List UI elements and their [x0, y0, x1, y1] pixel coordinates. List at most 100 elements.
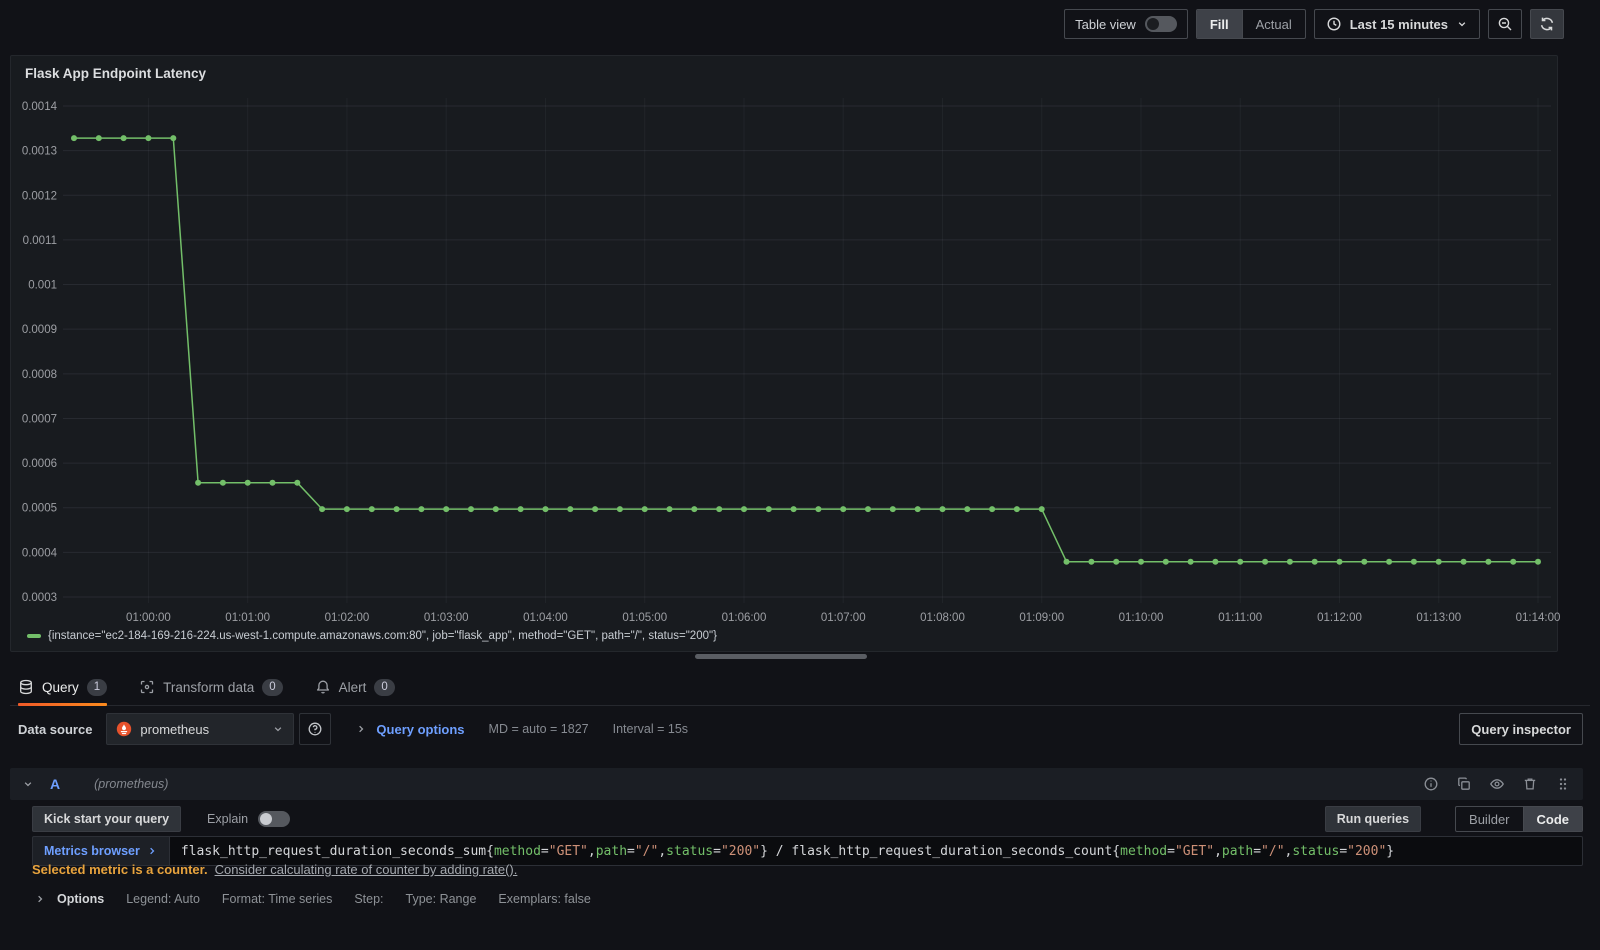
query-options-collapse[interactable]: Query options — [355, 721, 465, 737]
zoom-out-button[interactable] — [1488, 9, 1522, 39]
datasource-help-button[interactable] — [299, 713, 332, 745]
x-axis-tick: 01:06:00 — [722, 612, 767, 624]
x-axis-tick: 01:04:00 — [523, 612, 568, 624]
max-datapoints-text: MD = auto = 1827 — [488, 722, 589, 736]
query-datasource-hint: (prometheus) — [94, 777, 169, 791]
y-axis-tick: 0.0003 — [22, 592, 57, 604]
run-queries-button[interactable]: Run queries — [1324, 806, 1422, 832]
kick-start-query-button[interactable]: Kick start your query — [32, 806, 182, 832]
fill-actual-segment: Fill Actual — [1195, 9, 1306, 39]
chevron-right-icon — [34, 893, 46, 905]
tab-count-badge: 1 — [86, 678, 108, 696]
database-icon — [18, 679, 34, 695]
warning-text: Selected metric is a counter. — [32, 862, 208, 877]
code-button[interactable]: Code — [1522, 807, 1582, 831]
copy-button[interactable] — [1456, 776, 1472, 792]
x-axis-tick: 01:10:00 — [1119, 612, 1164, 624]
transform-icon — [139, 679, 155, 695]
x-axis-tick: 01:07:00 — [821, 612, 866, 624]
datasource-picker[interactable]: prometheus — [106, 713, 295, 745]
tab-label: Alert — [338, 679, 367, 695]
top-toolbar: Table view Fill Actual Last 15 minutes — [1064, 8, 1564, 40]
tab-count-badge: 0 — [374, 678, 395, 696]
editor-tabs: Query 1 Transform data 0 Alert 0 — [10, 669, 1590, 706]
query-warning: Selected metric is a counter. Consider c… — [32, 862, 517, 877]
explain-label: Explain — [207, 812, 249, 826]
series-points — [71, 135, 1541, 565]
options-summary-item: Legend: Auto — [126, 892, 200, 906]
explain-toggle[interactable] — [258, 811, 291, 827]
x-axis-tick: 01:05:00 — [622, 612, 667, 624]
x-axis-tick: 01:02:00 — [325, 612, 370, 624]
scrollbar-thumb[interactable] — [695, 654, 867, 659]
eye-icon — [1489, 776, 1505, 792]
y-axis-tick: 0.0013 — [22, 146, 57, 158]
query-options-summary: Options Legend: Auto Format: Time series S… — [34, 888, 591, 910]
refresh-button[interactable] — [1530, 9, 1564, 39]
eye-button[interactable] — [1489, 776, 1505, 792]
x-axis-tick: 01:09:00 — [1019, 612, 1064, 624]
builder-code-segment: Builder Code — [1455, 806, 1583, 832]
legend-label: {instance="ec2-184-169-216-224.us-west-1… — [48, 630, 717, 642]
options-summary-item: Exemplars: false — [498, 892, 591, 906]
chevron-down-icon — [1456, 18, 1468, 30]
x-axis-tick: 01:14:00 — [1516, 612, 1561, 624]
bell-icon — [315, 679, 331, 695]
chart-grid: 0.0014 0.0013 0.0012 0.0011 0.001 0.0009 0.000… — [22, 98, 1561, 624]
y-axis-tick: 0.0007 — [22, 413, 57, 425]
info-circle-button[interactable] — [1423, 776, 1439, 792]
datasource-label: Data source — [18, 721, 93, 737]
series-line — [74, 137, 1538, 563]
query-row-header: A (prometheus) — [10, 768, 1583, 800]
search-minus-icon — [1497, 16, 1513, 32]
warning-hint-link[interactable]: Consider calculating rate of counter by … — [215, 862, 518, 877]
trash-button[interactable] — [1522, 776, 1538, 792]
x-axis-tick: 01:08:00 — [920, 612, 965, 624]
query-options-label: Query options — [376, 721, 465, 737]
y-axis-tick: 0.0005 — [22, 503, 57, 515]
fill-button[interactable]: Fill — [1196, 10, 1242, 38]
x-axis-tick: 01:00:00 — [126, 612, 171, 624]
options-label: Options — [57, 892, 105, 906]
chart-panel: Flask App Endpoint Latency 0.0014 0.0013 0… — [10, 55, 1561, 652]
toggle-knob — [260, 813, 273, 825]
table-view-group: Table view — [1064, 9, 1188, 39]
x-axis-tick: 01:03:00 — [424, 612, 469, 624]
datasource-row: Data source prometheus Query options MD … — [10, 712, 1583, 746]
tab-label: Transform data — [163, 679, 255, 695]
y-axis-tick: 0.0004 — [22, 547, 58, 559]
options-collapse[interactable]: Options — [34, 892, 104, 906]
query-inspector-button[interactable]: Query inspector — [1459, 713, 1583, 745]
tab-transform-data[interactable]: Transform data 0 — [139, 669, 283, 705]
prometheus-icon — [116, 721, 132, 737]
query-header-actions — [1423, 776, 1571, 792]
actual-button[interactable]: Actual — [1241, 10, 1305, 38]
info-circle-icon — [1423, 776, 1439, 792]
grip-button[interactable] — [1555, 776, 1571, 792]
metrics-browser-label: Metrics browser — [44, 844, 140, 858]
tab-count-badge: 0 — [262, 678, 283, 696]
query-collapse-button[interactable] — [22, 778, 34, 790]
chevron-right-icon — [146, 845, 158, 857]
time-range-picker[interactable]: Last 15 minutes — [1313, 9, 1480, 39]
builder-button[interactable]: Builder — [1456, 807, 1522, 831]
time-range-label: Last 15 minutes — [1349, 16, 1448, 32]
interval-text: Interval = 15s — [612, 722, 689, 736]
query-expression: flask_http_request_duration_seconds_sum{… — [180, 843, 1395, 859]
x-axis-tick: 01:13:00 — [1416, 612, 1461, 624]
y-axis-tick: 0.001 — [28, 280, 57, 292]
tab-label: Query — [42, 679, 79, 695]
legend-item[interactable]: {instance="ec2-184-169-216-224.us-west-1… — [27, 630, 717, 642]
timeseries-chart[interactable]: 0.0014 0.0013 0.0012 0.0011 0.001 0.0009 0.000… — [11, 86, 1561, 626]
table-view-label: Table view — [1075, 16, 1136, 32]
query-ref-id: A — [50, 776, 61, 792]
table-view-toggle[interactable] — [1144, 16, 1177, 32]
options-summary-item: Format: Time series — [221, 892, 333, 906]
toggle-knob — [1146, 18, 1159, 30]
question-circle-icon — [307, 721, 323, 737]
tab-alert[interactable]: Alert 0 — [315, 669, 395, 705]
y-axis-tick: 0.0014 — [22, 101, 58, 113]
chevron-down-icon — [272, 723, 284, 735]
tab-query[interactable]: Query 1 — [18, 669, 108, 706]
trash-icon — [1522, 776, 1538, 792]
